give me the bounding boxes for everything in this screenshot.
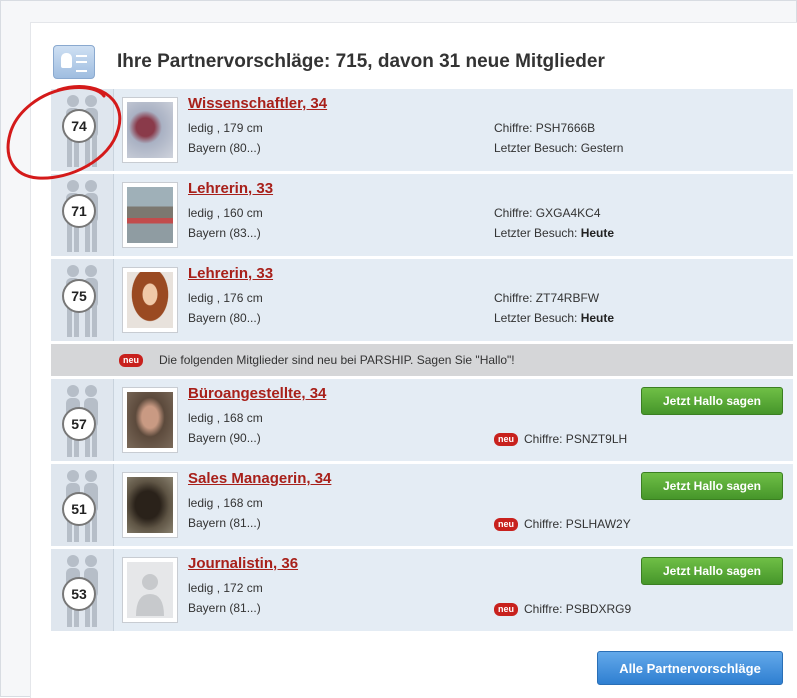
say-hello-button[interactable]: Jetzt Hallo sagen <box>641 557 783 585</box>
match-score: 74 <box>62 109 96 143</box>
profile-name-link[interactable]: Sales Managerin, 34 <box>188 470 331 487</box>
last-visit: Letzter Besuch: Heute <box>494 311 615 325</box>
score-column: 74 <box>51 89 114 171</box>
profile-chiffre: neu Chiffre: PSBDXRG9 <box>494 602 631 616</box>
profile-photo[interactable] <box>122 97 178 163</box>
match-score: 51 <box>62 492 96 526</box>
profile-name-link[interactable]: Wissenschaftler, 34 <box>188 95 327 112</box>
match-score: 71 <box>62 194 96 228</box>
profile-region: Bayern (90...) <box>188 431 261 445</box>
panel-header: Ihre Partnervorschläge: 715, davon 31 ne… <box>53 40 793 84</box>
profile-photo[interactable] <box>122 267 178 333</box>
match-score: 75 <box>62 279 96 313</box>
profile-chiffre: neu Chiffre: PSLHAW2Y <box>494 517 631 531</box>
match-row[interactable]: 74 Wissenschaftler, 34 ledig , 179 cm Ba… <box>51 89 793 174</box>
new-badge: neu <box>494 517 519 531</box>
profile-details: ledig , 172 cm <box>188 581 263 595</box>
score-column: 71 <box>51 174 114 256</box>
profile-region: Bayern (81...) <box>188 516 261 530</box>
profile-name-link[interactable]: Büroangestellte, 34 <box>188 385 326 402</box>
profile-photo[interactable] <box>122 472 178 538</box>
match-row[interactable]: 75 Lehrerin, 33 ledig , 176 cm Bayern (8… <box>51 259 793 344</box>
last-visit: Letzter Besuch: Gestern <box>494 141 624 155</box>
profile-photo[interactable] <box>122 557 178 623</box>
profile-chiffre: neu Chiffre: PSNZT9LH <box>494 432 627 446</box>
last-visit-value: Gestern <box>580 141 624 155</box>
profile-region: Bayern (83...) <box>188 226 261 240</box>
page-title: Ihre Partnervorschläge: 715, davon 31 ne… <box>117 51 605 72</box>
match-row[interactable]: 71 Lehrerin, 33 ledig , 160 cm Bayern (8… <box>51 174 793 259</box>
profile-name-link[interactable]: Lehrerin, 33 <box>188 265 273 282</box>
all-suggestions-button[interactable]: Alle Partnervorschläge <box>597 651 783 685</box>
person-placeholder-icon <box>127 562 173 618</box>
profile-details: ledig , 160 cm <box>188 206 263 220</box>
profile-name-link[interactable]: Lehrerin, 33 <box>188 180 273 197</box>
new-members-divider: neu Die folgenden Mitglieder sind neu be… <box>51 344 793 379</box>
match-score: 57 <box>62 407 96 441</box>
profile-region: Bayern (80...) <box>188 311 261 325</box>
profile-region: Bayern (80...) <box>188 141 261 155</box>
say-hello-button[interactable]: Jetzt Hallo sagen <box>641 472 783 500</box>
new-badge: neu <box>494 602 519 616</box>
divider-text: Die folgenden Mitglieder sind neu bei PA… <box>159 353 515 367</box>
new-badge: neu <box>494 432 519 446</box>
last-visit-value: Heute <box>580 226 615 240</box>
score-column: 57 <box>51 379 114 461</box>
new-badge: neu <box>119 353 144 367</box>
profile-photo[interactable] <box>122 182 178 248</box>
match-list: 74 Wissenschaftler, 34 ledig , 179 cm Ba… <box>51 89 793 634</box>
profile-chiffre: Chiffre: GXGA4KC4 <box>494 206 601 220</box>
profile-card-icon <box>53 45 95 79</box>
profile-photo[interactable] <box>122 387 178 453</box>
profile-details: ledig , 168 cm <box>188 411 263 425</box>
score-column: 51 <box>51 464 114 546</box>
score-column: 75 <box>51 259 114 341</box>
score-column: 53 <box>51 549 114 631</box>
profile-chiffre: Chiffre: ZT74RBFW <box>494 291 600 305</box>
say-hello-button[interactable]: Jetzt Hallo sagen <box>641 387 783 415</box>
new-member-row[interactable]: 53 Journalistin, 36 ledig , 172 cm Bayer… <box>51 549 793 634</box>
new-member-row[interactable]: 57 Büroangestellte, 34 ledig , 168 cm Ba… <box>51 379 793 464</box>
profile-chiffre: Chiffre: PSH7666B <box>494 121 596 135</box>
match-score: 53 <box>62 577 96 611</box>
profile-details: ledig , 168 cm <box>188 496 263 510</box>
new-member-row[interactable]: 51 Sales Managerin, 34 ledig , 168 cm Ba… <box>51 464 793 549</box>
profile-details: ledig , 176 cm <box>188 291 263 305</box>
profile-details: ledig , 179 cm <box>188 121 263 135</box>
profile-name-link[interactable]: Journalistin, 36 <box>188 555 298 572</box>
last-visit-value: Heute <box>580 311 615 325</box>
last-visit: Letzter Besuch: Heute <box>494 226 615 240</box>
profile-region: Bayern (81...) <box>188 601 261 615</box>
